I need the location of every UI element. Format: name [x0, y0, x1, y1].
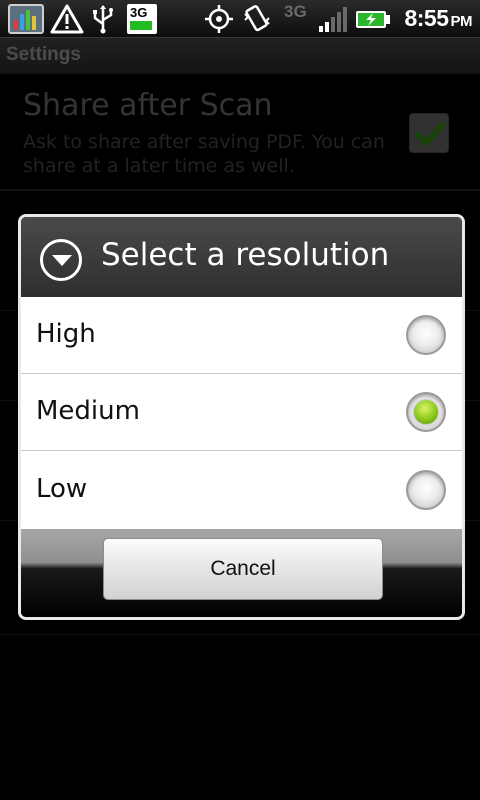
resolution-options: High Medium Low — [21, 297, 462, 529]
gps-icon — [205, 5, 233, 33]
battery-charging-icon — [356, 11, 390, 28]
resolution-dialog: Select a resolution High Medium Low Canc… — [18, 214, 465, 620]
clock-time: 8:55 — [404, 5, 449, 31]
radio-medium[interactable] — [406, 392, 446, 432]
sim-3g-icon: 3G — [127, 4, 157, 34]
clock: 8:55 PM — [404, 5, 472, 32]
dialog-title: Select a resolution — [101, 237, 390, 273]
vibrate-icon — [244, 5, 270, 32]
option-label: Medium — [36, 396, 140, 426]
option-low[interactable]: Low — [21, 452, 462, 529]
option-medium[interactable]: Medium — [21, 374, 462, 451]
usb-icon — [93, 5, 113, 34]
option-high[interactable]: High — [21, 297, 462, 374]
chevron-down-circle-icon — [40, 239, 82, 281]
clock-ampm: PM — [450, 13, 473, 30]
cancel-button[interactable]: Cancel — [103, 538, 383, 600]
warning-icon — [50, 4, 84, 34]
dialog-footer: Cancel — [21, 529, 462, 617]
radio-high[interactable] — [406, 315, 446, 355]
status-bar: 3G 3G 8:55 PM — [0, 0, 480, 38]
network-type-label: 3G — [284, 2, 307, 21]
dialog-header: Select a resolution — [21, 217, 462, 297]
option-label: Low — [36, 474, 88, 504]
app-chart-icon — [8, 4, 44, 34]
radio-low[interactable] — [406, 470, 446, 510]
signal-icon — [319, 7, 347, 32]
sim-3g-label: 3G — [130, 5, 148, 20]
screen: 3G 3G 8:55 PM Settings Share after Scan … — [0, 0, 480, 800]
option-label: High — [36, 319, 96, 349]
